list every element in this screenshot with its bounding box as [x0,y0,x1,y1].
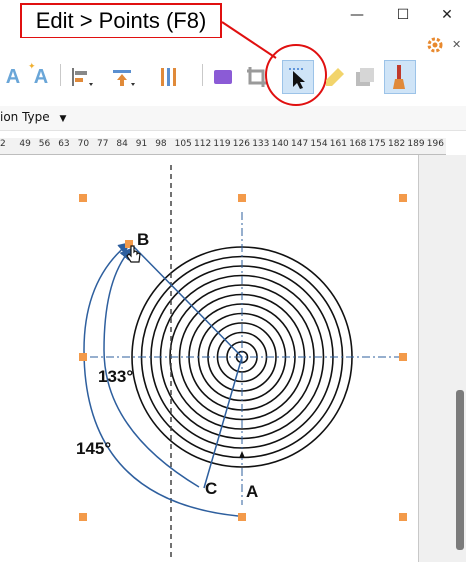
radial-line-c [203,356,243,489]
radial-line-b [132,245,243,358]
label-c: C [205,479,217,498]
angle-label-145: 145° [76,439,111,458]
selection-handle[interactable] [238,194,246,202]
selection-handle[interactable] [399,194,407,202]
angle-label-133: 133° [98,367,133,386]
selection-handle[interactable] [79,194,87,202]
selection-handle[interactable] [79,353,87,361]
selection-handle[interactable] [238,513,246,521]
selection-handle[interactable] [399,513,407,521]
selection-handle[interactable] [399,353,407,361]
point-a-marker [239,451,245,458]
diagram: B A C 133° 145° [76,165,407,560]
label-a: A [246,482,258,501]
selection-handle[interactable] [79,513,87,521]
label-b: B [137,230,149,249]
